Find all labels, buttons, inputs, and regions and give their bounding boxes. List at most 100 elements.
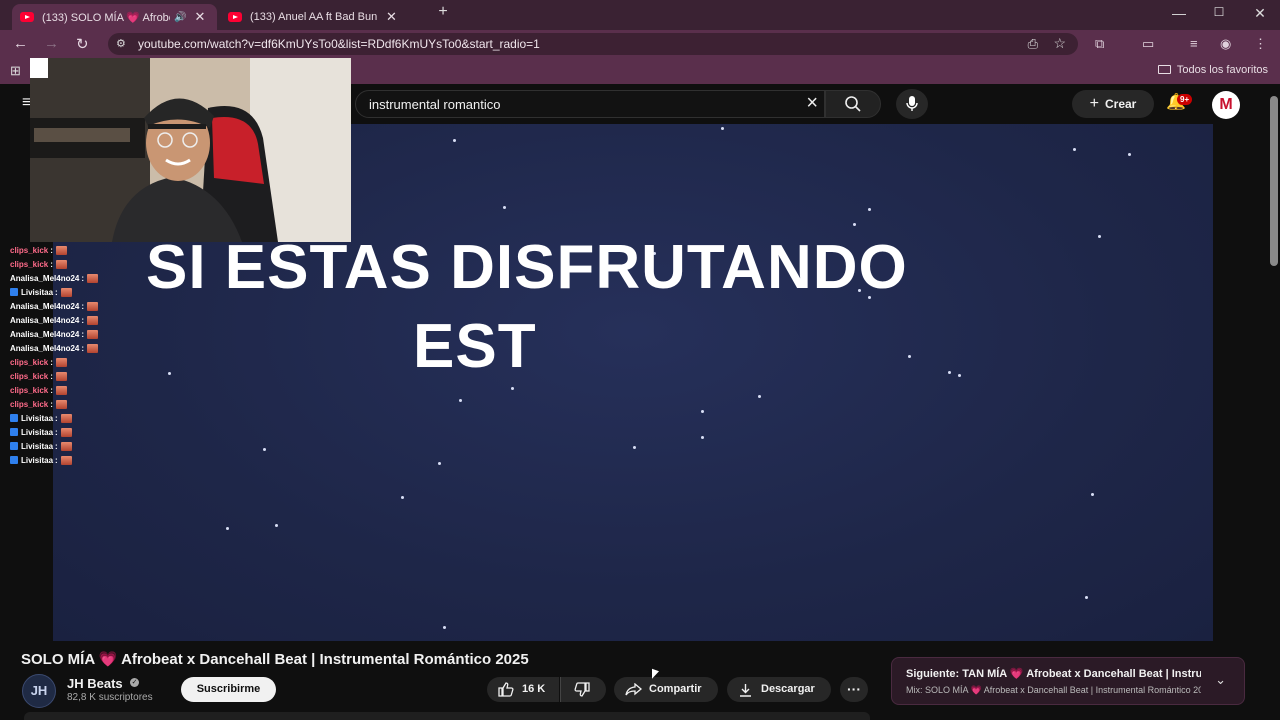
reload-icon[interactable]: ↻	[76, 35, 89, 53]
plus-icon: +	[1089, 95, 1099, 112]
chat-emote-icon	[87, 315, 99, 325]
like-button[interactable]: 16 K	[487, 677, 559, 702]
star-dot	[453, 139, 456, 142]
mix-playlist-title: Mix: SOLO MÍA 💗 Afrobeat x Dancehall Bea…	[906, 685, 1201, 695]
chat-emote-icon	[60, 441, 72, 451]
star-dot	[701, 410, 704, 413]
clear-search-icon[interactable]: ×	[806, 92, 818, 115]
chat-message: clips_kick :	[10, 257, 120, 271]
close-window-button[interactable]: ✕	[1245, 5, 1275, 22]
chat-username: Analisa_Mel4no24	[10, 315, 80, 325]
tab-title: (133) SOLO MÍA 💗 Afrobeat x Dancehall Be…	[42, 11, 170, 24]
star-dot	[758, 395, 761, 398]
chat-separator: :	[55, 427, 58, 437]
close-tab-icon[interactable]: ✕	[386, 9, 397, 25]
star-dot	[438, 462, 441, 465]
chat-message: Analisa_Mel4no24 :	[10, 327, 120, 341]
subscriber-count: 82,8 K suscriptores	[67, 692, 153, 703]
channel-name[interactable]: JH Beats	[67, 676, 123, 691]
chat-emote-icon	[87, 343, 99, 353]
site-info-icon[interactable]: ⚙	[116, 37, 126, 50]
share-button[interactable]: Compartir	[614, 677, 718, 702]
lyric-line-1: SI ESTAS DISFRUTANDO	[146, 233, 908, 302]
chat-emote-icon	[55, 371, 67, 381]
thumbs-down-icon	[574, 682, 590, 697]
search-query: instrumental romantico	[369, 97, 501, 112]
download-button[interactable]: Descargar	[727, 677, 831, 702]
subscribe-button[interactable]: Suscribirme	[181, 677, 276, 702]
tab-active[interactable]: (133) SOLO MÍA 💗 Afrobeat x Dancehall Be…	[12, 4, 217, 30]
extensions-icon[interactable]: ⧉	[1095, 36, 1104, 52]
chat-emote-icon	[87, 329, 99, 339]
search-button[interactable]	[825, 90, 881, 118]
chat-message: Analisa_Mel4no24 :	[10, 271, 120, 285]
tab-inactive[interactable]: (133) Anuel AA ft Bad Bunny [Letra] ✕	[220, 4, 425, 30]
speaker-icon[interactable]: 🔊	[174, 12, 186, 23]
minimize-button[interactable]: —	[1164, 5, 1194, 21]
voice-search-button[interactable]	[896, 89, 928, 119]
bookmark-star-icon[interactable]: ☆	[1053, 35, 1066, 52]
star-dot	[401, 496, 404, 499]
description-box-edge	[24, 712, 870, 720]
next-video-panel[interactable]: Siguiente: TAN MÍA 💗 Afrobeat x Dancehal…	[891, 657, 1245, 705]
chat-separator: :	[50, 357, 53, 367]
chat-emote-icon	[60, 427, 72, 437]
all-bookmarks-label: Todos los favoritos	[1176, 64, 1268, 76]
chat-emote-icon	[60, 287, 72, 297]
star-dot	[459, 399, 462, 402]
browser-menu-icon[interactable]: ⋮	[1254, 36, 1267, 52]
microphone-icon	[906, 96, 918, 111]
star-dot	[853, 223, 856, 226]
chat-message: clips_kick :	[10, 383, 120, 397]
chat-message: Livisitaa :	[10, 425, 120, 439]
star-dot	[1073, 148, 1076, 151]
stream-chat-overlay: clips_kick : clips_kick : Analisa_Mel4no24…	[10, 243, 120, 467]
chevron-down-icon[interactable]: ⌄	[1215, 672, 1226, 688]
create-button[interactable]: + Crear	[1072, 90, 1154, 118]
channel-avatar[interactable]: JH	[22, 674, 56, 708]
chat-separator: :	[50, 245, 53, 255]
address-bar[interactable]: ⚙ youtube.com/watch?v=df6KmUYsTo0&list=R…	[108, 33, 1078, 55]
star-dot	[721, 127, 724, 130]
chat-message: Analisa_Mel4no24 :	[10, 299, 120, 313]
video-title: SOLO MÍA 💗 Afrobeat x Dancehall Beat | I…	[21, 651, 529, 668]
share-label: Compartir	[649, 683, 702, 695]
thumbs-up-icon	[498, 682, 514, 697]
more-actions-button[interactable]: ···	[840, 677, 868, 702]
reading-list-icon[interactable]: ▭	[1142, 36, 1154, 52]
chat-separator: :	[81, 329, 85, 339]
account-avatar[interactable]: M	[1212, 91, 1240, 119]
chat-emote-icon	[87, 301, 99, 311]
back-arrow-icon[interactable]: ←	[13, 35, 28, 52]
chat-badge-icon	[10, 442, 18, 450]
profile-icon[interactable]: ◉	[1220, 36, 1231, 52]
next-video-title: Siguiente: TAN MÍA 💗 Afrobeat x Dancehal…	[906, 668, 1201, 680]
all-bookmarks-button[interactable]: Todos los favoritos	[1157, 64, 1268, 76]
verified-check-icon: ✓	[130, 678, 139, 687]
star-dot	[633, 446, 636, 449]
streamer-webcam	[30, 58, 351, 242]
chat-message: Livisitaa :	[10, 453, 120, 467]
chat-separator: :	[55, 413, 58, 423]
notification-badge: 9+	[1177, 94, 1193, 105]
new-tab-button[interactable]: +	[428, 3, 458, 21]
chat-emote-icon	[55, 259, 67, 269]
search-input[interactable]: instrumental romantico ×	[355, 90, 825, 118]
media-controls-icon[interactable]: ≡	[1190, 36, 1198, 51]
star-dot	[443, 626, 446, 629]
chat-message: Analisa_Mel4no24 :	[10, 313, 120, 327]
close-tab-icon[interactable]: ✕	[194, 9, 205, 25]
chat-username: Analisa_Mel4no24	[10, 301, 80, 311]
chat-emote-icon	[60, 413, 72, 423]
scrollbar-thumb[interactable]	[1270, 96, 1278, 266]
browser-tab-bar: (133) SOLO MÍA 💗 Afrobeat x Dancehall Be…	[0, 0, 1280, 30]
chat-username: clips_kick	[10, 371, 49, 381]
install-app-icon[interactable]: ⎙	[1028, 36, 1038, 52]
chat-message: clips_kick :	[10, 243, 120, 257]
chat-separator: :	[55, 455, 58, 465]
forward-arrow-icon[interactable]: →	[44, 35, 59, 52]
star-dot	[1098, 235, 1101, 238]
apps-grid-icon[interactable]: ⊞	[10, 63, 21, 79]
maximize-button[interactable]: ☐	[1204, 5, 1234, 19]
dislike-button[interactable]	[560, 677, 606, 702]
